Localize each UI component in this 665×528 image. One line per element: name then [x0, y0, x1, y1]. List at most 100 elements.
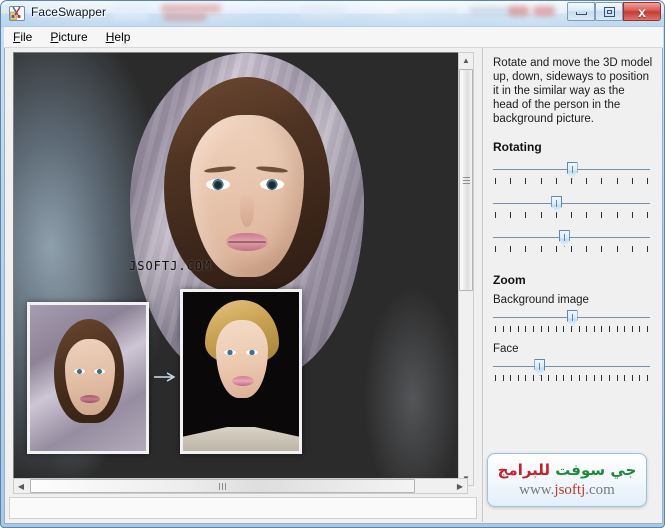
slider-ticks — [495, 326, 648, 332]
menu-label-file: ile — [20, 30, 33, 44]
site-watermark-badge: جي سوفت للبرامج www.jsoftj.com — [487, 453, 647, 507]
title-bar[interactable]: FaceSwapper x — [1, 1, 664, 27]
slider-tick — [532, 326, 534, 332]
rotating-section-title: Rotating — [493, 140, 542, 154]
target-face-thumbnail[interactable] — [180, 289, 302, 454]
picture-canvas[interactable]: JSOFTJ.COM — [13, 52, 468, 486]
rotate-y-slider[interactable] — [493, 195, 650, 225]
background-image-label: Background image — [493, 294, 589, 306]
slider-tick — [517, 326, 519, 332]
scroll-left-button[interactable]: ◀ — [14, 479, 28, 493]
slider-ticks — [495, 246, 648, 252]
slider-tick — [646, 212, 648, 218]
slider-tick — [586, 178, 588, 184]
slider-tick — [540, 375, 542, 381]
slider-thumb[interactable] — [566, 162, 578, 179]
glass-reflection — [509, 6, 529, 16]
scrollbar-grip-icon — [462, 176, 470, 184]
slider-tick — [540, 246, 542, 252]
slider-tick — [616, 375, 618, 381]
horizontal-scrollbar[interactable]: ◀ ▶ — [13, 478, 468, 494]
slider-tick — [608, 375, 610, 381]
source-face-thumbnail[interactable] — [27, 302, 149, 454]
face-zoom-slider[interactable] — [493, 358, 650, 388]
slider-thumb[interactable] — [558, 230, 570, 247]
slider-track — [493, 237, 650, 238]
slider-tick — [555, 326, 557, 332]
slider-tick — [593, 375, 595, 381]
background-image-zoom-slider[interactable] — [493, 309, 650, 339]
badge-url-suffix: .com — [585, 482, 615, 498]
slider-tick — [502, 326, 504, 332]
instructions-text: Rotate and move the 3D model up, down, s… — [493, 57, 653, 125]
slider-tick — [616, 326, 618, 332]
slider-tick — [646, 375, 648, 381]
menu-item-file[interactable]: File — [13, 28, 41, 46]
slider-tick — [540, 178, 542, 184]
minimize-icon — [575, 12, 587, 15]
slider-tick — [646, 178, 648, 184]
slider-tick — [616, 246, 618, 252]
slider-tick — [593, 326, 595, 332]
nose — [240, 193, 254, 227]
rotate-z-slider[interactable] — [493, 229, 650, 259]
slider-tick — [631, 212, 633, 218]
slider-tick — [646, 326, 648, 332]
menu-item-picture[interactable]: Picture — [50, 28, 96, 46]
slider-thumb[interactable] — [534, 359, 546, 376]
picture-pane: JSOFTJ.COM ▲ ◀ ▶ — [5, 48, 483, 522]
slider-tick — [624, 326, 626, 332]
app-icon — [9, 6, 25, 21]
rotate-x-slider[interactable] — [493, 161, 650, 191]
thumbnail-lips — [80, 395, 100, 403]
application-window: FaceSwapper x File Picture Help JSOFTJ.C… — [0, 0, 665, 528]
slider-tick — [586, 375, 588, 381]
slider-tick — [525, 246, 527, 252]
slider-tick — [616, 178, 618, 184]
slider-tick — [631, 246, 633, 252]
slider-tick — [639, 326, 641, 332]
slider-tick — [510, 212, 512, 218]
vertical-scrollbar[interactable]: ▲ ▼ — [458, 52, 474, 486]
slider-tick — [510, 375, 512, 381]
slider-tick — [601, 375, 603, 381]
thumbnail-lips — [232, 376, 254, 386]
slider-tick — [495, 212, 496, 218]
slider-tick — [495, 246, 496, 252]
slider-tick — [540, 326, 542, 332]
close-button[interactable]: x — [623, 2, 661, 21]
slider-tick — [570, 375, 572, 381]
slider-tick — [578, 326, 580, 332]
vertical-scrollbar-thumb[interactable] — [459, 69, 473, 291]
slider-thumb[interactable] — [566, 310, 578, 327]
glass-reflection — [161, 4, 221, 13]
badge-url-prefix: www. — [519, 482, 555, 498]
horizontal-scrollbar-thumb[interactable] — [30, 479, 415, 493]
slider-ticks — [495, 178, 648, 184]
slider-tick — [601, 178, 603, 184]
lips — [226, 233, 268, 251]
eyebrow-left — [203, 165, 237, 174]
maximize-button[interactable] — [595, 2, 623, 21]
slider-tick — [555, 212, 557, 218]
glass-reflection — [163, 14, 207, 21]
slider-tick — [601, 326, 603, 332]
slider-thumb[interactable] — [551, 196, 563, 213]
slider-tick — [548, 326, 550, 332]
maximize-icon — [603, 6, 615, 17]
badge-arabic-red: للبرامج — [497, 461, 551, 479]
minimize-button[interactable] — [567, 2, 595, 21]
slider-tick — [502, 375, 504, 381]
slider-tick — [540, 212, 542, 218]
eye-right — [260, 179, 284, 190]
slider-tick — [570, 178, 572, 184]
slider-ticks — [495, 212, 648, 218]
slider-tick — [495, 326, 496, 332]
thumbnail-eye-left — [74, 369, 85, 374]
menu-item-help[interactable]: Help — [106, 28, 140, 46]
slider-tick — [570, 246, 572, 252]
window-title: FaceSwapper — [31, 5, 107, 19]
badge-url: www.jsoftj.com — [488, 482, 646, 499]
scroll-up-button[interactable]: ▲ — [459, 53, 473, 67]
scroll-right-button[interactable]: ▶ — [453, 479, 467, 493]
